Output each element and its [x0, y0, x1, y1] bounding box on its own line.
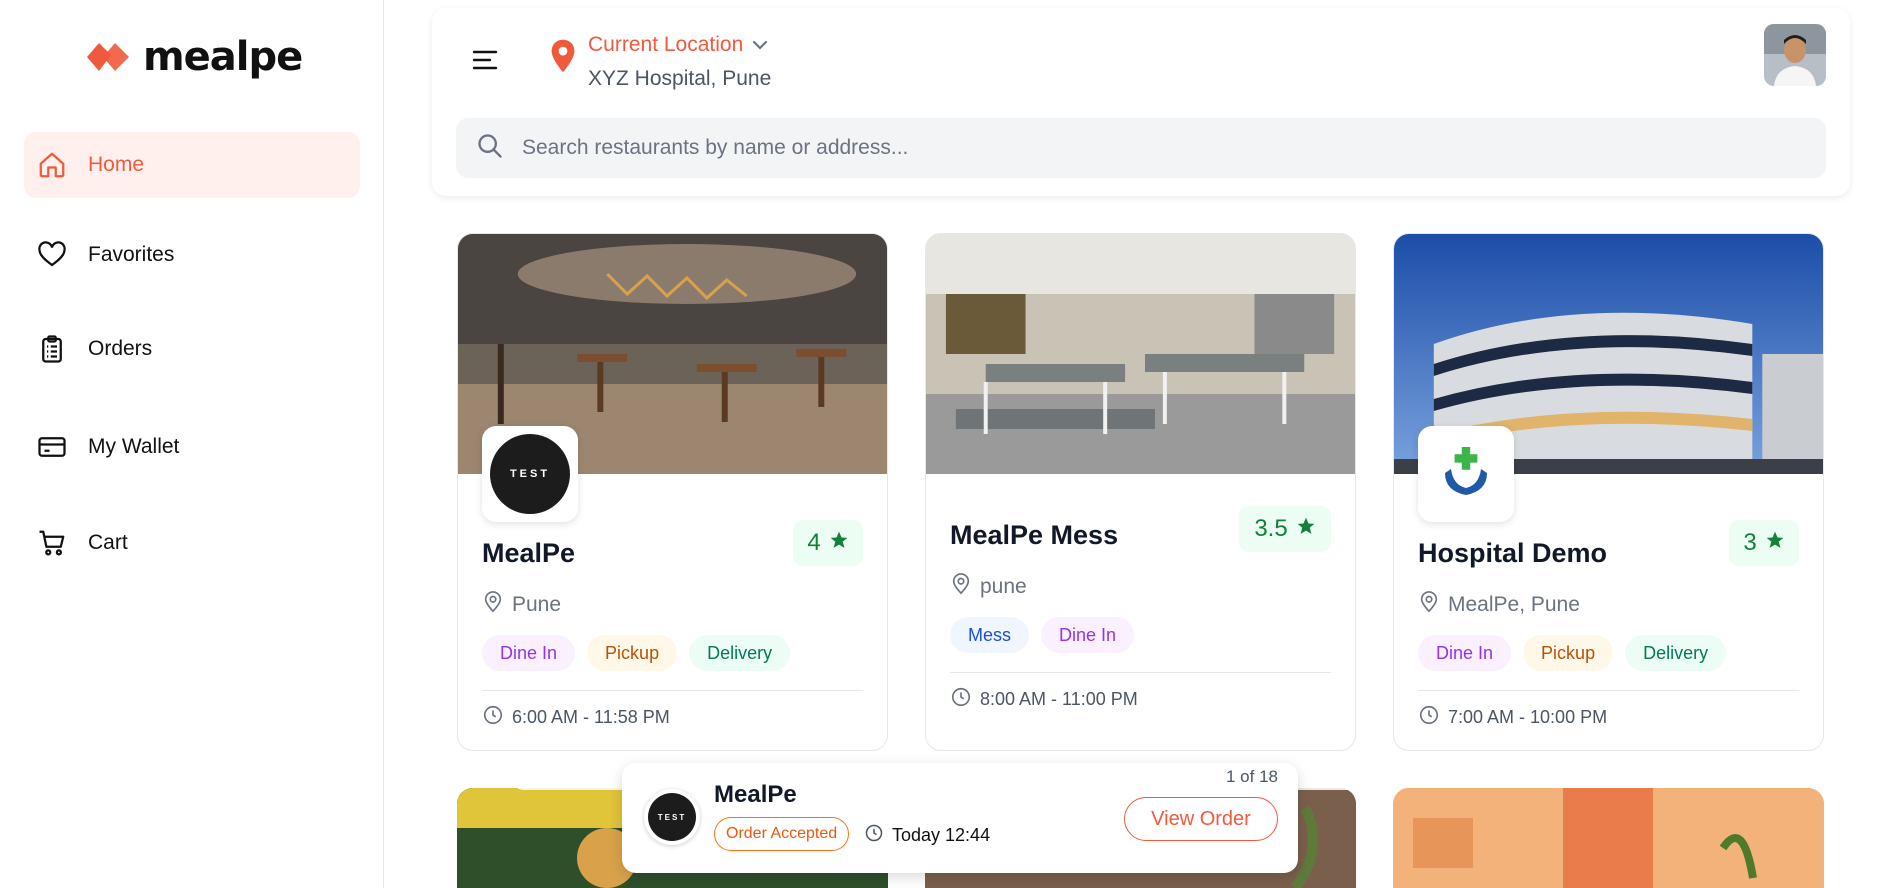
service-tags: Mess Dine In — [950, 617, 1135, 653]
restaurant-location: Pune — [482, 591, 561, 619]
chevron-down-icon — [751, 33, 769, 57]
mealpe-logo[interactable]: mealpe — [85, 34, 303, 80]
restaurant-logo: TEST — [482, 426, 578, 522]
restaurant-name: Hospital Demo — [1418, 538, 1608, 568]
avatar[interactable] — [1764, 24, 1826, 86]
wallet-icon — [36, 431, 68, 463]
location-text: MealPe, Pune — [1448, 593, 1580, 616]
restaurant-logo — [1418, 426, 1514, 522]
sidebar-item-label: Home — [88, 153, 145, 176]
sidebar-item-my-wallet[interactable]: My Wallet — [24, 414, 360, 480]
sidebar: mealpe Home Favorites Orders My Wallet C… — [0, 0, 384, 888]
divider — [482, 690, 863, 691]
tag-dine-in: Dine In — [482, 635, 576, 671]
opening-hours: 7:00 AM - 10:00 PM — [1418, 704, 1607, 731]
fauget-medical-logo — [1445, 447, 1487, 495]
clock-icon — [482, 704, 504, 731]
order-status-popup[interactable]: 1 of 18 TEST MealPe Order Accepted Today… — [622, 763, 1298, 873]
rating-badge: 3.5 — [1239, 506, 1331, 552]
order-time-text: Today 12:44 — [892, 825, 991, 845]
location-text: pune — [980, 575, 1027, 598]
view-order-button[interactable]: View Order — [1124, 797, 1278, 841]
restaurant-image — [926, 234, 1355, 474]
location-pin-icon — [550, 38, 576, 79]
sidebar-item-home[interactable]: Home — [24, 132, 360, 198]
star-icon — [1765, 529, 1785, 557]
restaurant-card-partial[interactable] — [1393, 788, 1824, 888]
restaurant-card-mealpe[interactable]: TEST MealPe 4 Pune Dine In Pickup Delive… — [457, 233, 888, 751]
search-input[interactable] — [522, 136, 1722, 160]
order-status-badge: Order Accepted — [714, 817, 850, 851]
home-icon — [36, 149, 68, 181]
sidebar-item-favorites[interactable]: Favorites — [24, 222, 360, 288]
clipboard-icon — [36, 333, 68, 365]
restaurant-card-mealpe-mess[interactable]: MealPe Mess 3.5 pune Mess Dine In 8:00 A… — [925, 233, 1356, 751]
location-text: Pune — [512, 593, 562, 616]
tag-delivery: Delivery — [1625, 635, 1727, 671]
test-logo-text: TEST — [490, 434, 570, 514]
logo-text: mealpe — [143, 34, 303, 80]
test-logo-text: TEST — [648, 793, 696, 841]
sidebar-item-label: Orders — [88, 337, 153, 360]
mealpe-logo-icon — [87, 43, 129, 71]
restaurant-location: pune — [950, 573, 1027, 601]
tag-pickup: Pickup — [1523, 635, 1614, 671]
clock-icon — [950, 686, 972, 713]
rating-value: 3 — [1743, 529, 1757, 556]
clock-icon — [1418, 704, 1440, 731]
restaurant-location: MealPe, Pune — [1418, 591, 1580, 619]
hamburger-menu-icon[interactable] — [470, 44, 502, 76]
sidebar-item-label: Cart — [88, 531, 128, 554]
sidebar-item-orders[interactable]: Orders — [24, 316, 360, 382]
rating-badge: 4 — [793, 520, 863, 566]
restaurant-image — [1393, 788, 1824, 888]
order-time: Today 12:44 — [864, 823, 990, 848]
tag-dine-in: Dine In — [1041, 617, 1135, 653]
divider — [950, 672, 1331, 673]
star-icon — [829, 529, 849, 557]
location-label: Current Location — [588, 33, 744, 56]
hours-text: 7:00 AM - 10:00 PM — [1448, 707, 1608, 727]
hours-text: 6:00 AM - 11:58 PM — [512, 707, 670, 727]
clock-icon — [864, 823, 884, 848]
location-outline-icon — [482, 591, 504, 619]
tag-delivery: Delivery — [689, 635, 791, 671]
rating-badge: 3 — [1729, 520, 1799, 566]
divider — [1418, 690, 1799, 691]
restaurant-card-hospital-demo[interactable]: Hospital Demo 3 MealPe, Pune Dine In Pic… — [1393, 233, 1824, 751]
heart-icon — [36, 239, 68, 271]
location-outline-icon — [1418, 591, 1440, 619]
rating-value: 3.5 — [1254, 515, 1288, 542]
service-tags: Dine In Pickup Delivery — [1418, 635, 1727, 671]
order-restaurant-logo: TEST — [644, 789, 700, 845]
service-tags: Dine In Pickup Delivery — [482, 635, 791, 671]
top-header: Current Location XYZ Hospital, Pune — [432, 8, 1850, 196]
order-restaurant-name: MealPe — [714, 781, 797, 808]
star-icon — [1296, 515, 1316, 543]
current-location-selector[interactable]: Current Location — [588, 33, 769, 57]
location-outline-icon — [950, 573, 972, 601]
order-count: 1 of 18 — [1226, 767, 1278, 786]
search-icon — [476, 132, 504, 165]
sidebar-item-label: Favorites — [88, 243, 175, 266]
opening-hours: 6:00 AM - 11:58 PM — [482, 704, 670, 731]
sidebar-item-label: My Wallet — [88, 435, 180, 458]
tag-dine-in: Dine In — [1418, 635, 1512, 671]
location-value: XYZ Hospital, Pune — [588, 67, 772, 90]
tag-pickup: Pickup — [587, 635, 678, 671]
hours-text: 8:00 AM - 11:00 PM — [980, 689, 1138, 709]
restaurant-name: MealPe Mess — [950, 520, 1119, 550]
rating-value: 4 — [807, 529, 821, 556]
sidebar-item-cart[interactable]: Cart — [24, 510, 360, 576]
tag-mess: Mess — [950, 617, 1030, 653]
search-bar[interactable] — [456, 118, 1826, 178]
cart-icon — [36, 527, 68, 559]
restaurant-name: MealPe — [482, 538, 576, 568]
opening-hours: 8:00 AM - 11:00 PM — [950, 686, 1138, 713]
